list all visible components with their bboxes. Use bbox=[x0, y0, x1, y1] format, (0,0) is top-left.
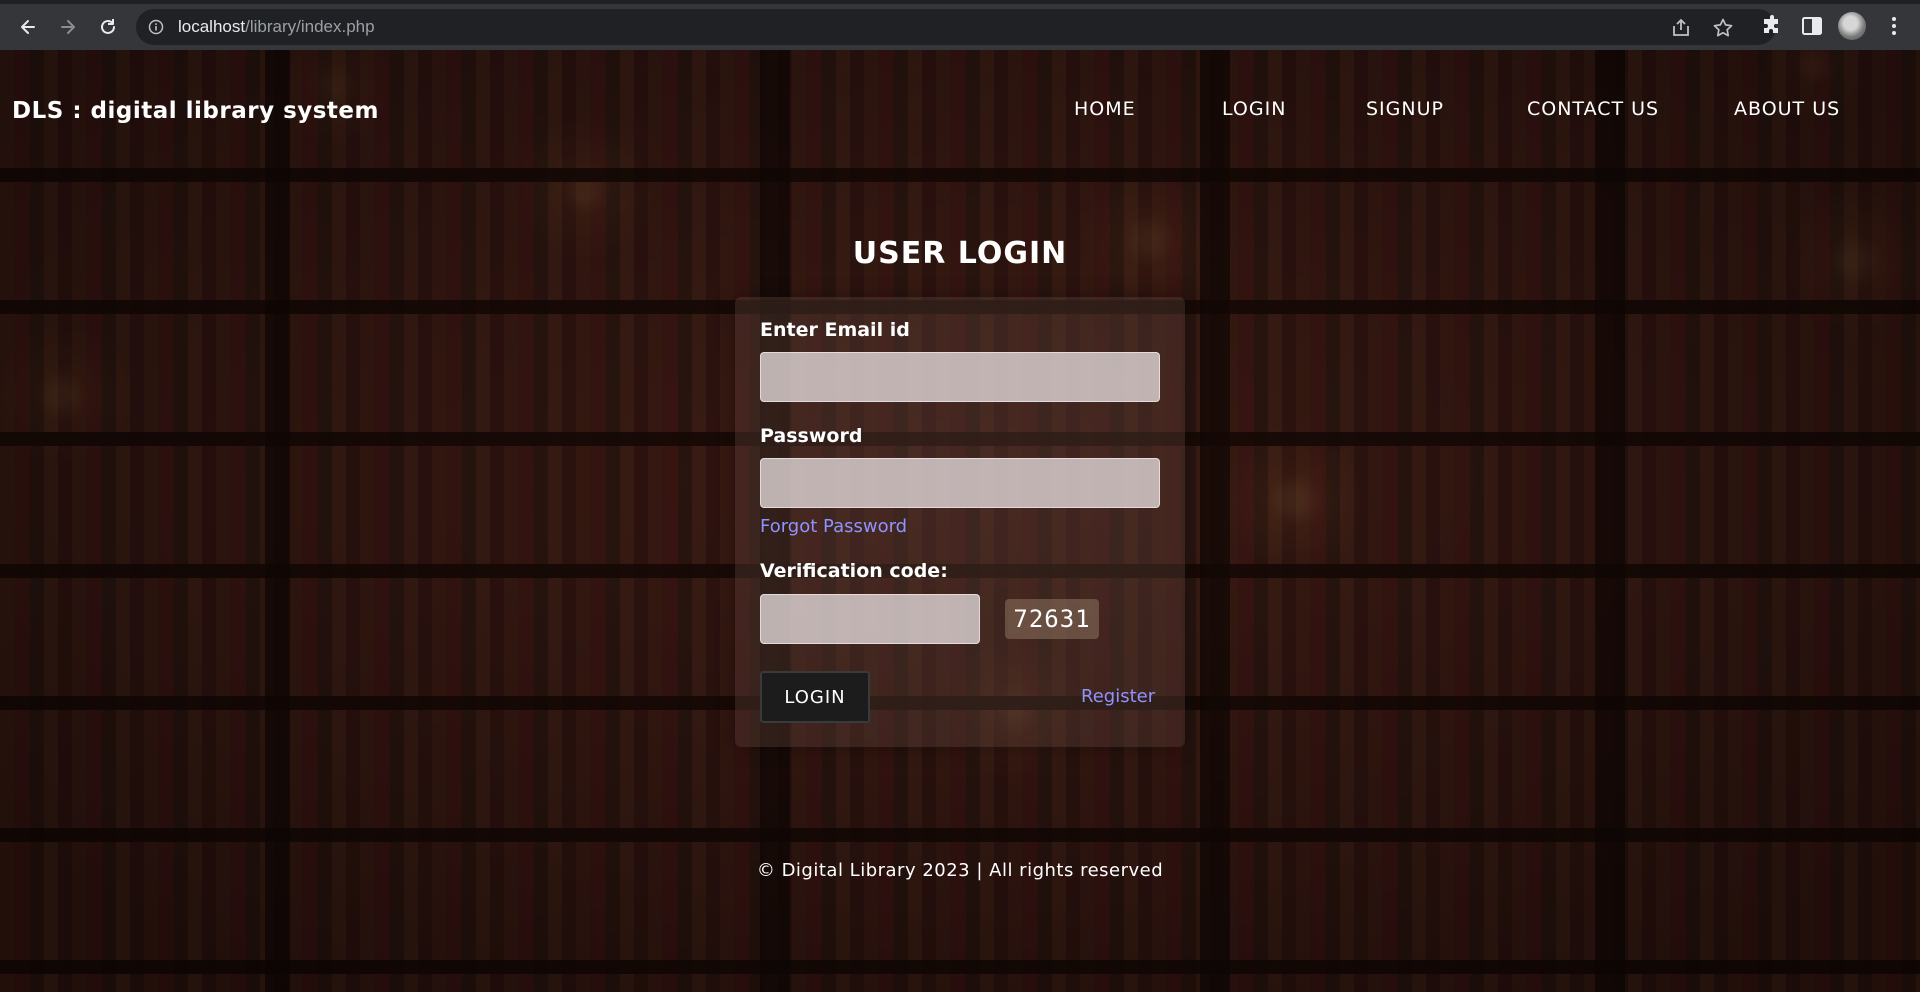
share-icon[interactable] bbox=[1670, 17, 1692, 39]
back-icon bbox=[21, 20, 35, 34]
reload-button[interactable] bbox=[94, 13, 122, 41]
verification-code-field[interactable] bbox=[760, 594, 980, 644]
browser-toolbar: localhost/library/index.php bbox=[0, 0, 1920, 50]
forgot-password-link[interactable]: Forgot Password bbox=[760, 516, 907, 537]
password-field[interactable] bbox=[760, 458, 1160, 508]
extensions-icon[interactable] bbox=[1760, 14, 1784, 38]
email-field[interactable] bbox=[760, 352, 1160, 402]
nav-login[interactable]: LOGIN bbox=[1222, 98, 1286, 120]
nav-signup[interactable]: SIGNUP bbox=[1366, 98, 1444, 120]
forward-button[interactable] bbox=[54, 13, 82, 41]
forward-icon bbox=[61, 20, 75, 34]
bookmark-star-icon[interactable] bbox=[1712, 17, 1734, 39]
profile-avatar[interactable] bbox=[1838, 12, 1866, 40]
info-icon[interactable] bbox=[148, 19, 164, 35]
login-button[interactable]: LOGIN bbox=[760, 671, 870, 723]
address-bar[interactable]: localhost/library/index.php bbox=[136, 9, 1776, 45]
url-host: localhost bbox=[178, 17, 246, 36]
site-brand[interactable]: DLS : digital library system bbox=[12, 98, 379, 124]
page-viewport: DLS : digital library system HOME LOGIN … bbox=[0, 50, 1920, 992]
register-link[interactable]: Register bbox=[1081, 686, 1155, 707]
page-title: USER LOGIN bbox=[852, 236, 1068, 271]
menu-kebab-icon[interactable] bbox=[1884, 14, 1904, 38]
sidepanel-icon[interactable] bbox=[1800, 14, 1824, 38]
login-form: Enter Email id Password Forgot Password … bbox=[735, 297, 1185, 747]
nav-contact-us[interactable]: CONTACT US bbox=[1527, 98, 1659, 120]
url-text: localhost/library/index.php bbox=[178, 17, 375, 37]
password-label: Password bbox=[760, 425, 863, 447]
tab-strip-edge bbox=[0, 0, 1920, 4]
nav-about-us[interactable]: ABOUT US bbox=[1734, 98, 1840, 120]
url-path: /library/index.php bbox=[245, 17, 375, 36]
verification-label: Verification code: bbox=[760, 560, 948, 582]
reload-icon bbox=[101, 19, 115, 34]
back-button[interactable] bbox=[14, 13, 42, 41]
footer-copyright: © Digital Library 2023 | All rights rese… bbox=[756, 860, 1164, 881]
nav-home[interactable]: HOME bbox=[1074, 98, 1136, 120]
captcha-code: 72631 bbox=[1005, 599, 1099, 639]
email-label: Enter Email id bbox=[760, 319, 910, 341]
